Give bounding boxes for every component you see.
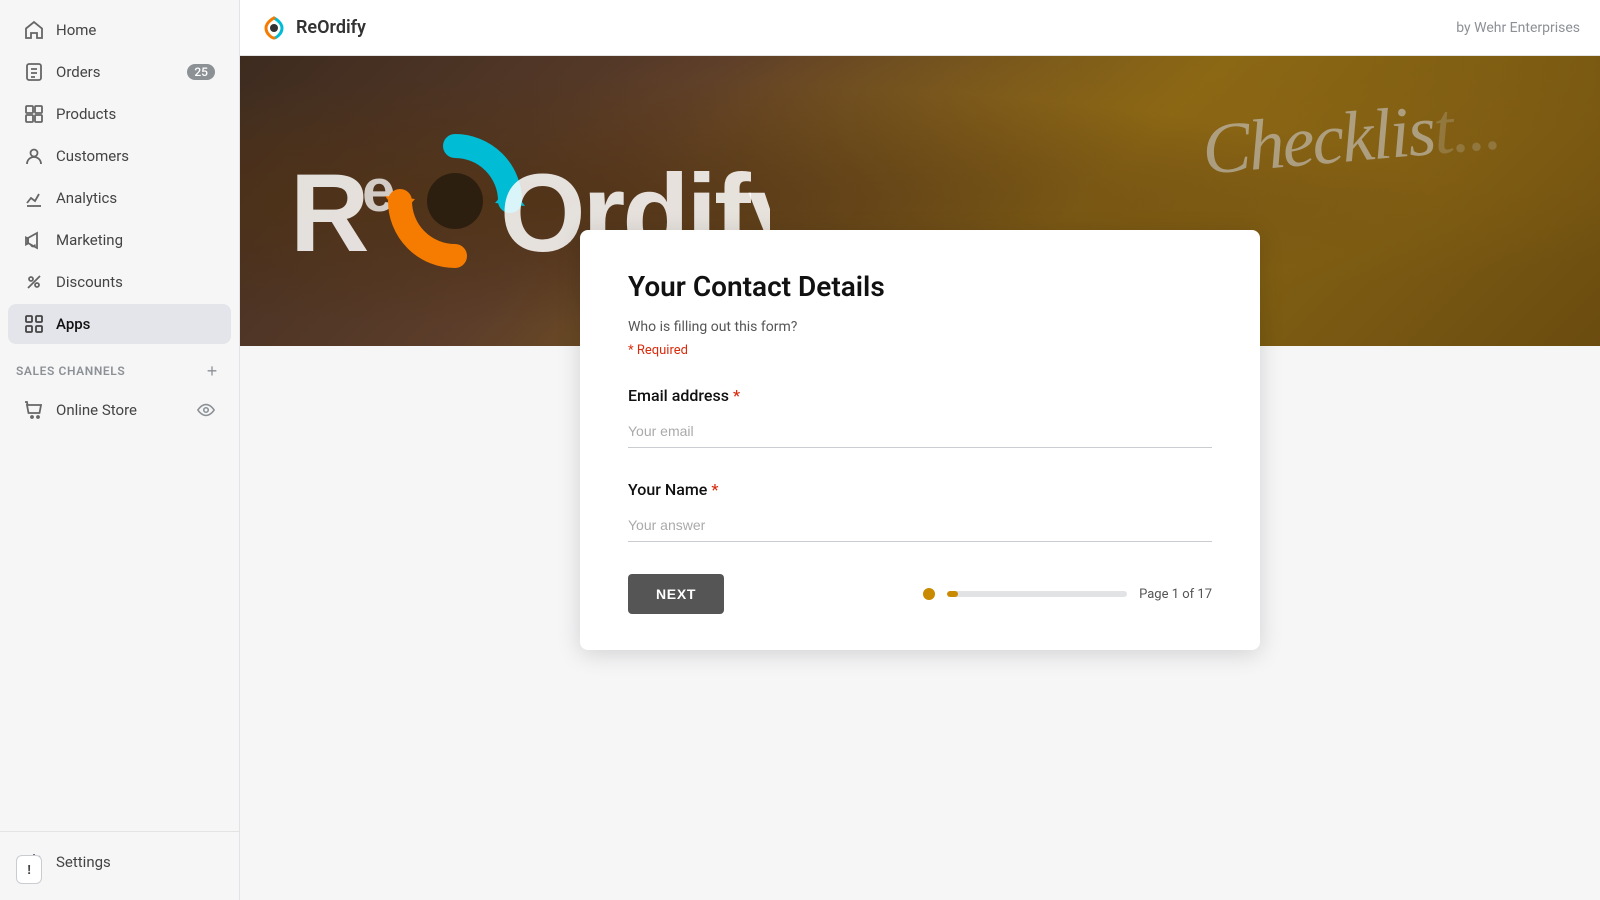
sidebar-item-online-store-label: Online Store <box>56 401 137 419</box>
feedback-icon: ! <box>27 862 31 877</box>
sidebar-item-apps[interactable]: Apps <box>8 304 231 344</box>
sidebar-item-settings-label: Settings <box>56 853 111 871</box>
sidebar-item-customers-label: Customers <box>56 147 129 165</box>
next-button[interactable]: NEXT <box>628 574 724 614</box>
main-content: ReOrdify by Wehr Enterprises Checklist..… <box>240 0 1600 900</box>
marketing-icon <box>24 230 44 250</box>
page-indicator: Page 1 of 17 <box>1139 587 1212 602</box>
topbar-logo-text: ReOrdify <box>296 17 366 38</box>
progress-area: Page 1 of 17 <box>923 587 1212 602</box>
customers-icon <box>24 146 44 166</box>
sidebar-item-orders-label: Orders <box>56 63 101 81</box>
analytics-icon <box>24 188 44 208</box>
products-icon <box>24 104 44 124</box>
name-label: Your Name * <box>628 480 1212 499</box>
sidebar-item-apps-label: Apps <box>56 315 90 333</box>
home-icon <box>24 20 44 40</box>
progress-dot <box>923 588 935 600</box>
name-field-group: Your Name * <box>628 480 1212 542</box>
sidebar-item-home-label: Home <box>56 21 96 39</box>
orders-badge: 25 <box>187 64 215 80</box>
sidebar-item-home[interactable]: Home <box>8 10 231 50</box>
svg-text:R: R <box>290 152 368 275</box>
add-sales-channel-button[interactable]: + <box>201 360 223 382</box>
form-required-note: * Required <box>628 343 1212 358</box>
email-label: Email address * <box>628 386 1212 405</box>
sidebar-item-analytics-label: Analytics <box>56 189 117 207</box>
sidebar-navigation: Home Orders 25 Produ <box>0 0 239 831</box>
topbar: ReOrdify by Wehr Enterprises <box>240 0 1600 56</box>
sidebar-item-analytics[interactable]: Analytics <box>8 178 231 218</box>
name-required-star: * <box>711 480 718 499</box>
sidebar-item-online-store[interactable]: Online Store <box>8 390 231 430</box>
email-required-star: * <box>733 386 740 405</box>
online-store-visibility-button[interactable] <box>197 401 215 419</box>
sidebar-item-orders[interactable]: Orders 25 <box>8 52 231 92</box>
name-input[interactable] <box>628 509 1212 542</box>
email-input[interactable] <box>628 415 1212 448</box>
sidebar-item-discounts[interactable]: Discounts <box>8 262 231 302</box>
form-footer: NEXT Page 1 of 17 <box>628 574 1212 614</box>
topbar-logo: ReOrdify <box>260 14 366 42</box>
sidebar-item-marketing-label: Marketing <box>56 231 123 249</box>
discounts-icon <box>24 272 44 292</box>
sales-channels-label: SALES CHANNELS <box>16 364 125 378</box>
email-field-group: Email address * <box>628 386 1212 448</box>
orders-icon <box>24 62 44 82</box>
online-store-icon <box>24 400 44 420</box>
form-title: Your Contact Details <box>628 270 1212 303</box>
sidebar-item-marketing[interactable]: Marketing <box>8 220 231 260</box>
sidebar-item-discounts-label: Discounts <box>56 273 123 291</box>
sidebar: Home Orders 25 Produ <box>0 0 240 900</box>
sidebar-item-products[interactable]: Products <box>8 94 231 134</box>
contact-form: Your Contact Details Who is filling out … <box>580 230 1260 650</box>
topbar-brand: by Wehr Enterprises <box>1456 20 1580 36</box>
sidebar-item-customers[interactable]: Customers <box>8 136 231 176</box>
reordify-logo-icon <box>260 14 288 42</box>
sales-channels-section: SALES CHANNELS + <box>0 346 239 388</box>
progress-bar <box>947 591 1127 597</box>
form-subtitle: Who is filling out this form? <box>628 319 1212 335</box>
sidebar-item-products-label: Products <box>56 105 116 123</box>
feedback-button[interactable]: ! <box>16 855 42 884</box>
apps-icon <box>24 314 44 334</box>
progress-fill <box>947 591 957 597</box>
